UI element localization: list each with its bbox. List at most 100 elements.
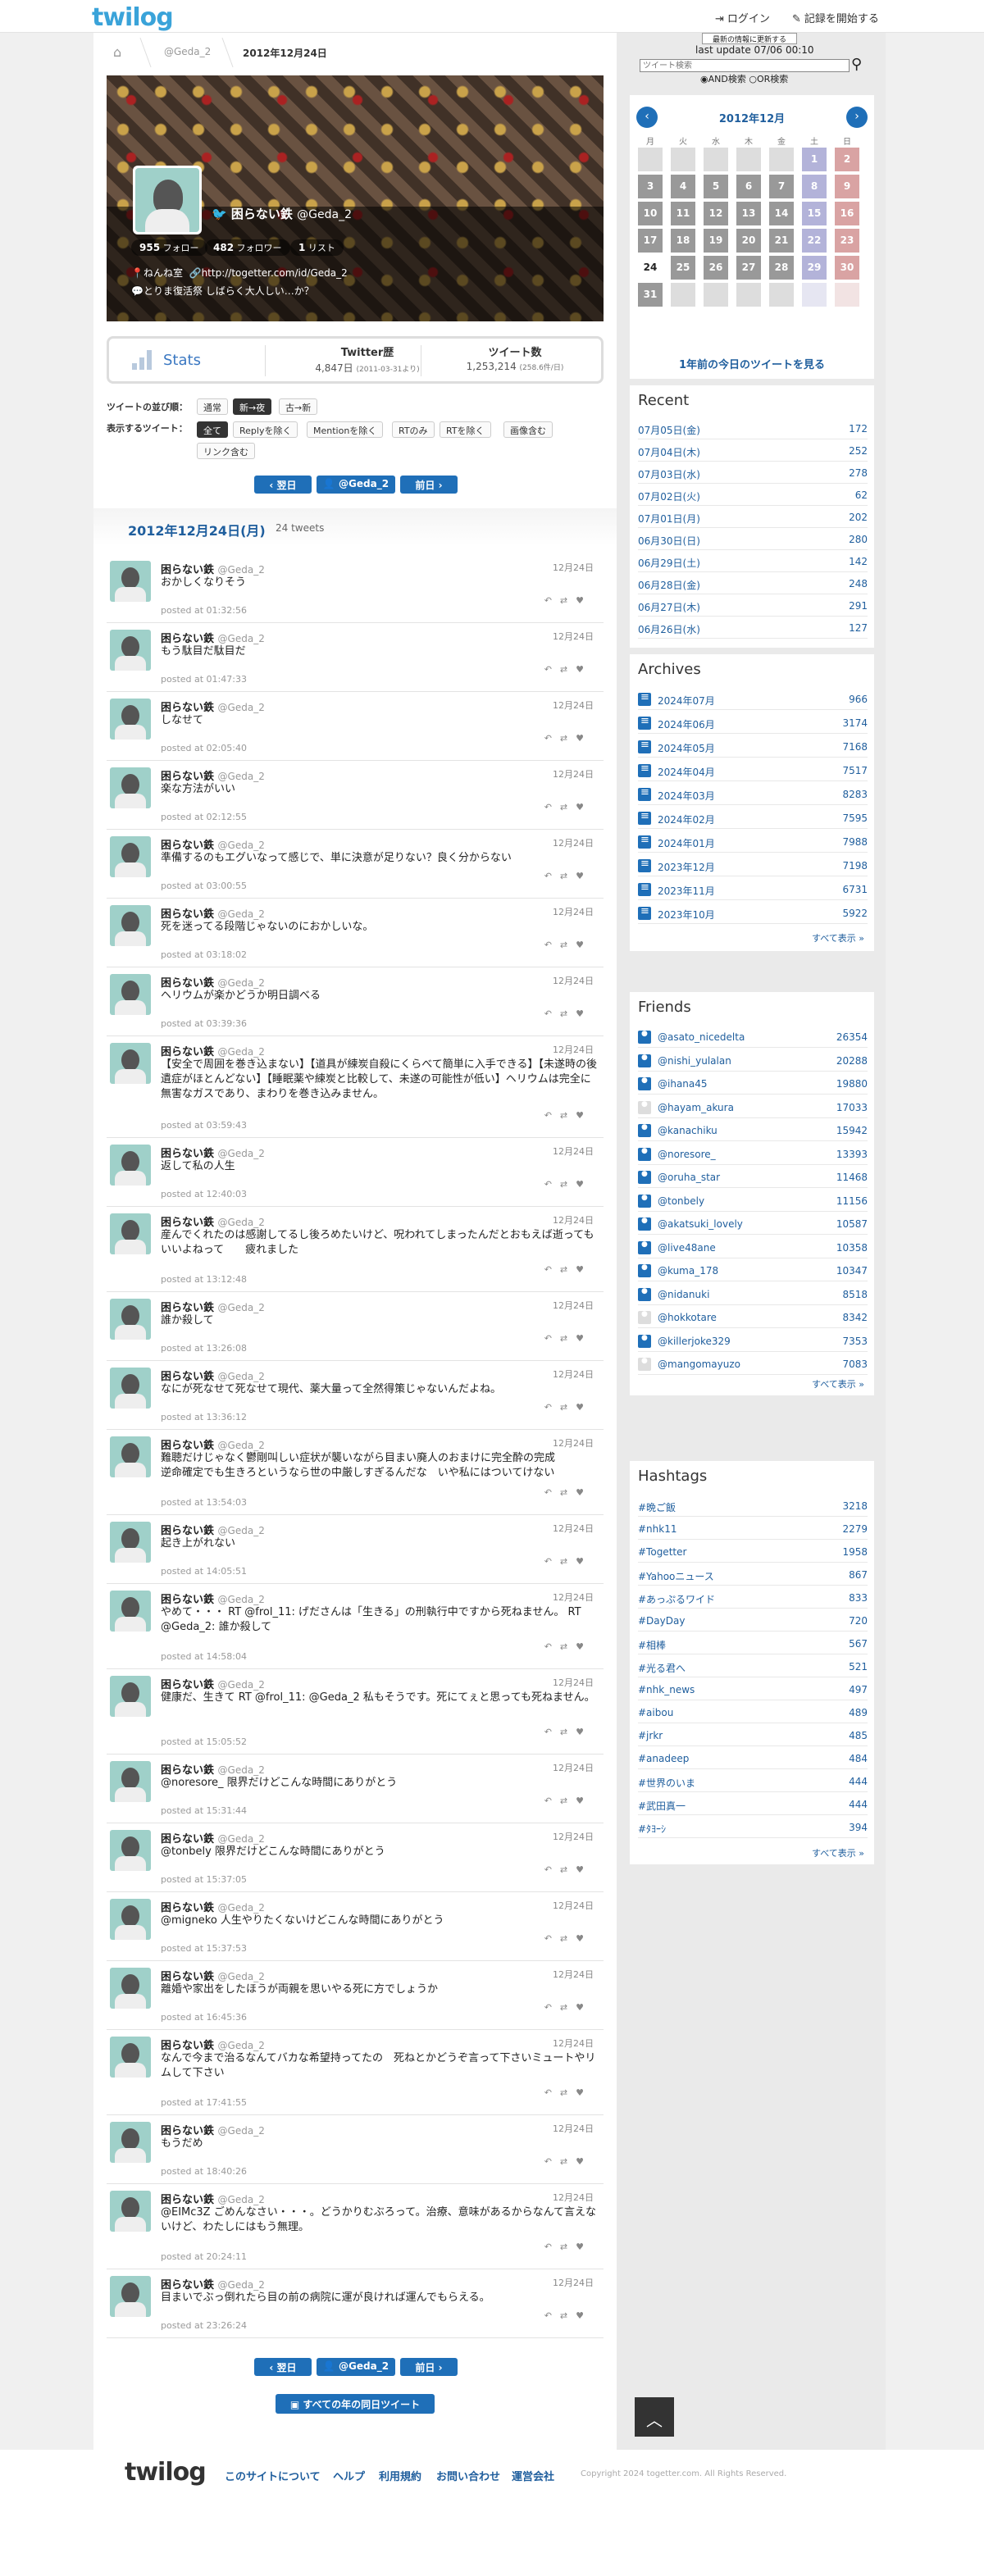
tweet-date[interactable]: 12月24日 (553, 630, 594, 643)
like-icon[interactable]: ♥ (576, 1641, 592, 1652)
tweet-time[interactable]: posted at 15:31:44 (161, 1805, 247, 1816)
calendar-day[interactable]: 14 (769, 202, 794, 225)
friends-item[interactable]: @nidanuki 8518 (638, 1284, 868, 1305)
retweet-icon[interactable]: ⇄ (560, 1008, 576, 1019)
tweet-author[interactable]: 困らない鉄 @Geda_2 (161, 699, 265, 714)
tweet-avatar[interactable] (110, 1368, 151, 1409)
reply-icon[interactable]: ↶ (544, 1556, 560, 1567)
tweet-author[interactable]: 困らない鉄 @Geda_2 (161, 1299, 265, 1314)
calendar-day[interactable]: 2 (835, 148, 859, 171)
like-icon[interactable]: ♥ (576, 595, 592, 606)
calendar-day[interactable]: 7 (769, 175, 794, 198)
start-record-button[interactable]: ✎ 記録を開始する (792, 10, 879, 25)
tweet-time[interactable]: posted at 15:37:05 (161, 1874, 247, 1885)
tweet-avatar[interactable] (110, 1213, 151, 1254)
tweet-avatar[interactable] (110, 836, 151, 877)
retweet-icon[interactable]: ⇄ (560, 1727, 576, 1737)
site-logo[interactable]: twilog (92, 3, 174, 32)
tweet-time[interactable]: posted at 14:58:04 (161, 1651, 247, 1662)
friends-item[interactable]: @hayam_akura 17033 (638, 1097, 868, 1118)
tweet-time[interactable]: posted at 13:54:03 (161, 1497, 247, 1508)
or-radio[interactable]: ○ (749, 74, 757, 84)
like-icon[interactable]: ♥ (576, 733, 592, 744)
tweet-avatar[interactable] (110, 2037, 151, 2078)
hashtags-item[interactable]: #aibou 489 (638, 1702, 868, 1723)
tweet-avatar[interactable] (110, 630, 151, 671)
tweet-date[interactable]: 12月24日 (553, 1676, 594, 1689)
archives-item[interactable]: 2024年02月 7595 (638, 808, 868, 829)
retweet-icon[interactable]: ⇄ (560, 1795, 576, 1806)
recent-item[interactable]: 06月30日(日) 280 (638, 529, 868, 550)
friends-item[interactable]: @mangomayuzo 7083 (638, 1354, 868, 1375)
reply-icon[interactable]: ↶ (544, 802, 560, 812)
filter-no-rt[interactable]: RTを除く (440, 421, 491, 438)
tweet-date[interactable]: 12月24日 (553, 1145, 594, 1158)
tweet-avatar[interactable] (110, 2191, 151, 2232)
tweet-avatar[interactable] (110, 561, 151, 602)
tweet-time[interactable]: posted at 13:12:48 (161, 1274, 247, 1285)
tweet-time[interactable]: posted at 03:39:36 (161, 1018, 247, 1029)
hashtags-item[interactable]: #光る君へ 521 (638, 1656, 868, 1677)
retweet-icon[interactable]: ⇄ (560, 1264, 576, 1275)
filter-no-mention[interactable]: Mentionを除く (307, 421, 384, 438)
friends-item[interactable]: @killerjoke329 7353 (638, 1331, 868, 1352)
tweet-date[interactable]: 12月24日 (553, 905, 594, 918)
like-icon[interactable]: ♥ (576, 1795, 592, 1806)
tweet-time[interactable]: posted at 02:12:55 (161, 812, 247, 822)
all-years-button[interactable]: ▣ すべての年の同日ツイート (276, 2394, 435, 2414)
tweet-time[interactable]: posted at 12:40:03 (161, 1189, 247, 1199)
reply-icon[interactable]: ↶ (544, 1641, 560, 1652)
friends-item[interactable]: @hokkotare 8342 (638, 1307, 868, 1328)
calendar-day[interactable]: 12 (704, 202, 728, 225)
tweet-date[interactable]: 12月24日 (553, 2276, 594, 2289)
retweet-icon[interactable]: ⇄ (560, 1179, 576, 1190)
avatar[interactable] (133, 166, 202, 234)
prev-day-button-bottom[interactable]: ‹ 翌日 (254, 2358, 312, 2376)
tweet-date[interactable]: 12月24日 (553, 767, 594, 781)
tweet-date[interactable]: 12月24日 (553, 1436, 594, 1450)
like-icon[interactable]: ♥ (576, 1333, 592, 1344)
calendar-day[interactable]: 23 (835, 229, 859, 253)
recent-item[interactable]: 06月29日(土) 142 (638, 551, 868, 572)
order-old-new[interactable]: 古→新 (279, 398, 318, 415)
calendar-day[interactable]: 13 (736, 202, 761, 225)
hashtags-item[interactable]: #nhk11 2279 (638, 1518, 868, 1540)
tweet-author[interactable]: 困らない鉄 @Geda_2 (161, 1591, 265, 1606)
tweet-author[interactable]: 困らない鉄 @Geda_2 (161, 905, 265, 921)
reply-icon[interactable]: ↶ (544, 2087, 560, 2098)
friends-item[interactable]: @oruha_star 11468 (638, 1167, 868, 1188)
calendar-day[interactable]: 25 (671, 256, 695, 280)
tweet-date[interactable]: 12月24日 (553, 561, 594, 574)
archives-item[interactable]: 2024年04月 7517 (638, 760, 868, 781)
friends-item[interactable]: @tonbely 11156 (638, 1190, 868, 1212)
tweet-author[interactable]: 困らない鉄 @Geda_2 (161, 767, 265, 783)
order-normal[interactable]: 通常 (197, 398, 228, 415)
tweet-avatar[interactable] (110, 974, 151, 1015)
tweet-avatar[interactable] (110, 1043, 151, 1084)
calendar-day[interactable]: 31 (638, 283, 663, 307)
tweet-time[interactable]: posted at 03:18:02 (161, 949, 247, 960)
tweet-avatar[interactable] (110, 1968, 151, 2009)
like-icon[interactable]: ♥ (576, 1487, 592, 1498)
retweet-icon[interactable]: ⇄ (560, 940, 576, 950)
tweet-time[interactable]: posted at 03:59:43 (161, 1120, 247, 1131)
like-icon[interactable]: ♥ (576, 1008, 592, 1019)
tweet-date[interactable]: 12月24日 (553, 2037, 594, 2050)
reply-icon[interactable]: ↶ (544, 1110, 560, 1121)
retweet-icon[interactable]: ⇄ (560, 802, 576, 812)
reply-icon[interactable]: ↶ (544, 871, 560, 881)
tweet-author[interactable]: 困らない鉄 @Geda_2 (161, 1436, 265, 1452)
archives-item[interactable]: 2023年10月 5922 (638, 903, 868, 924)
retweet-icon[interactable]: ⇄ (560, 1933, 576, 1944)
retweet-icon[interactable]: ⇄ (560, 664, 576, 675)
footer-logo[interactable]: twilog (125, 2458, 207, 2487)
calendar-day[interactable]: 30 (835, 256, 859, 280)
calendar-day[interactable]: 11 (671, 202, 695, 225)
recent-item[interactable]: 07月02日(火) 62 (638, 485, 868, 506)
reply-icon[interactable]: ↶ (544, 1333, 560, 1344)
tweet-time[interactable]: posted at 03:00:55 (161, 881, 247, 891)
like-icon[interactable]: ♥ (576, 2310, 592, 2321)
profile-url[interactable]: http://togetter.com/id/Geda_2 (202, 267, 348, 279)
tweet-time[interactable]: posted at 02:05:40 (161, 743, 247, 753)
tweet-time[interactable]: posted at 13:36:12 (161, 1412, 247, 1422)
